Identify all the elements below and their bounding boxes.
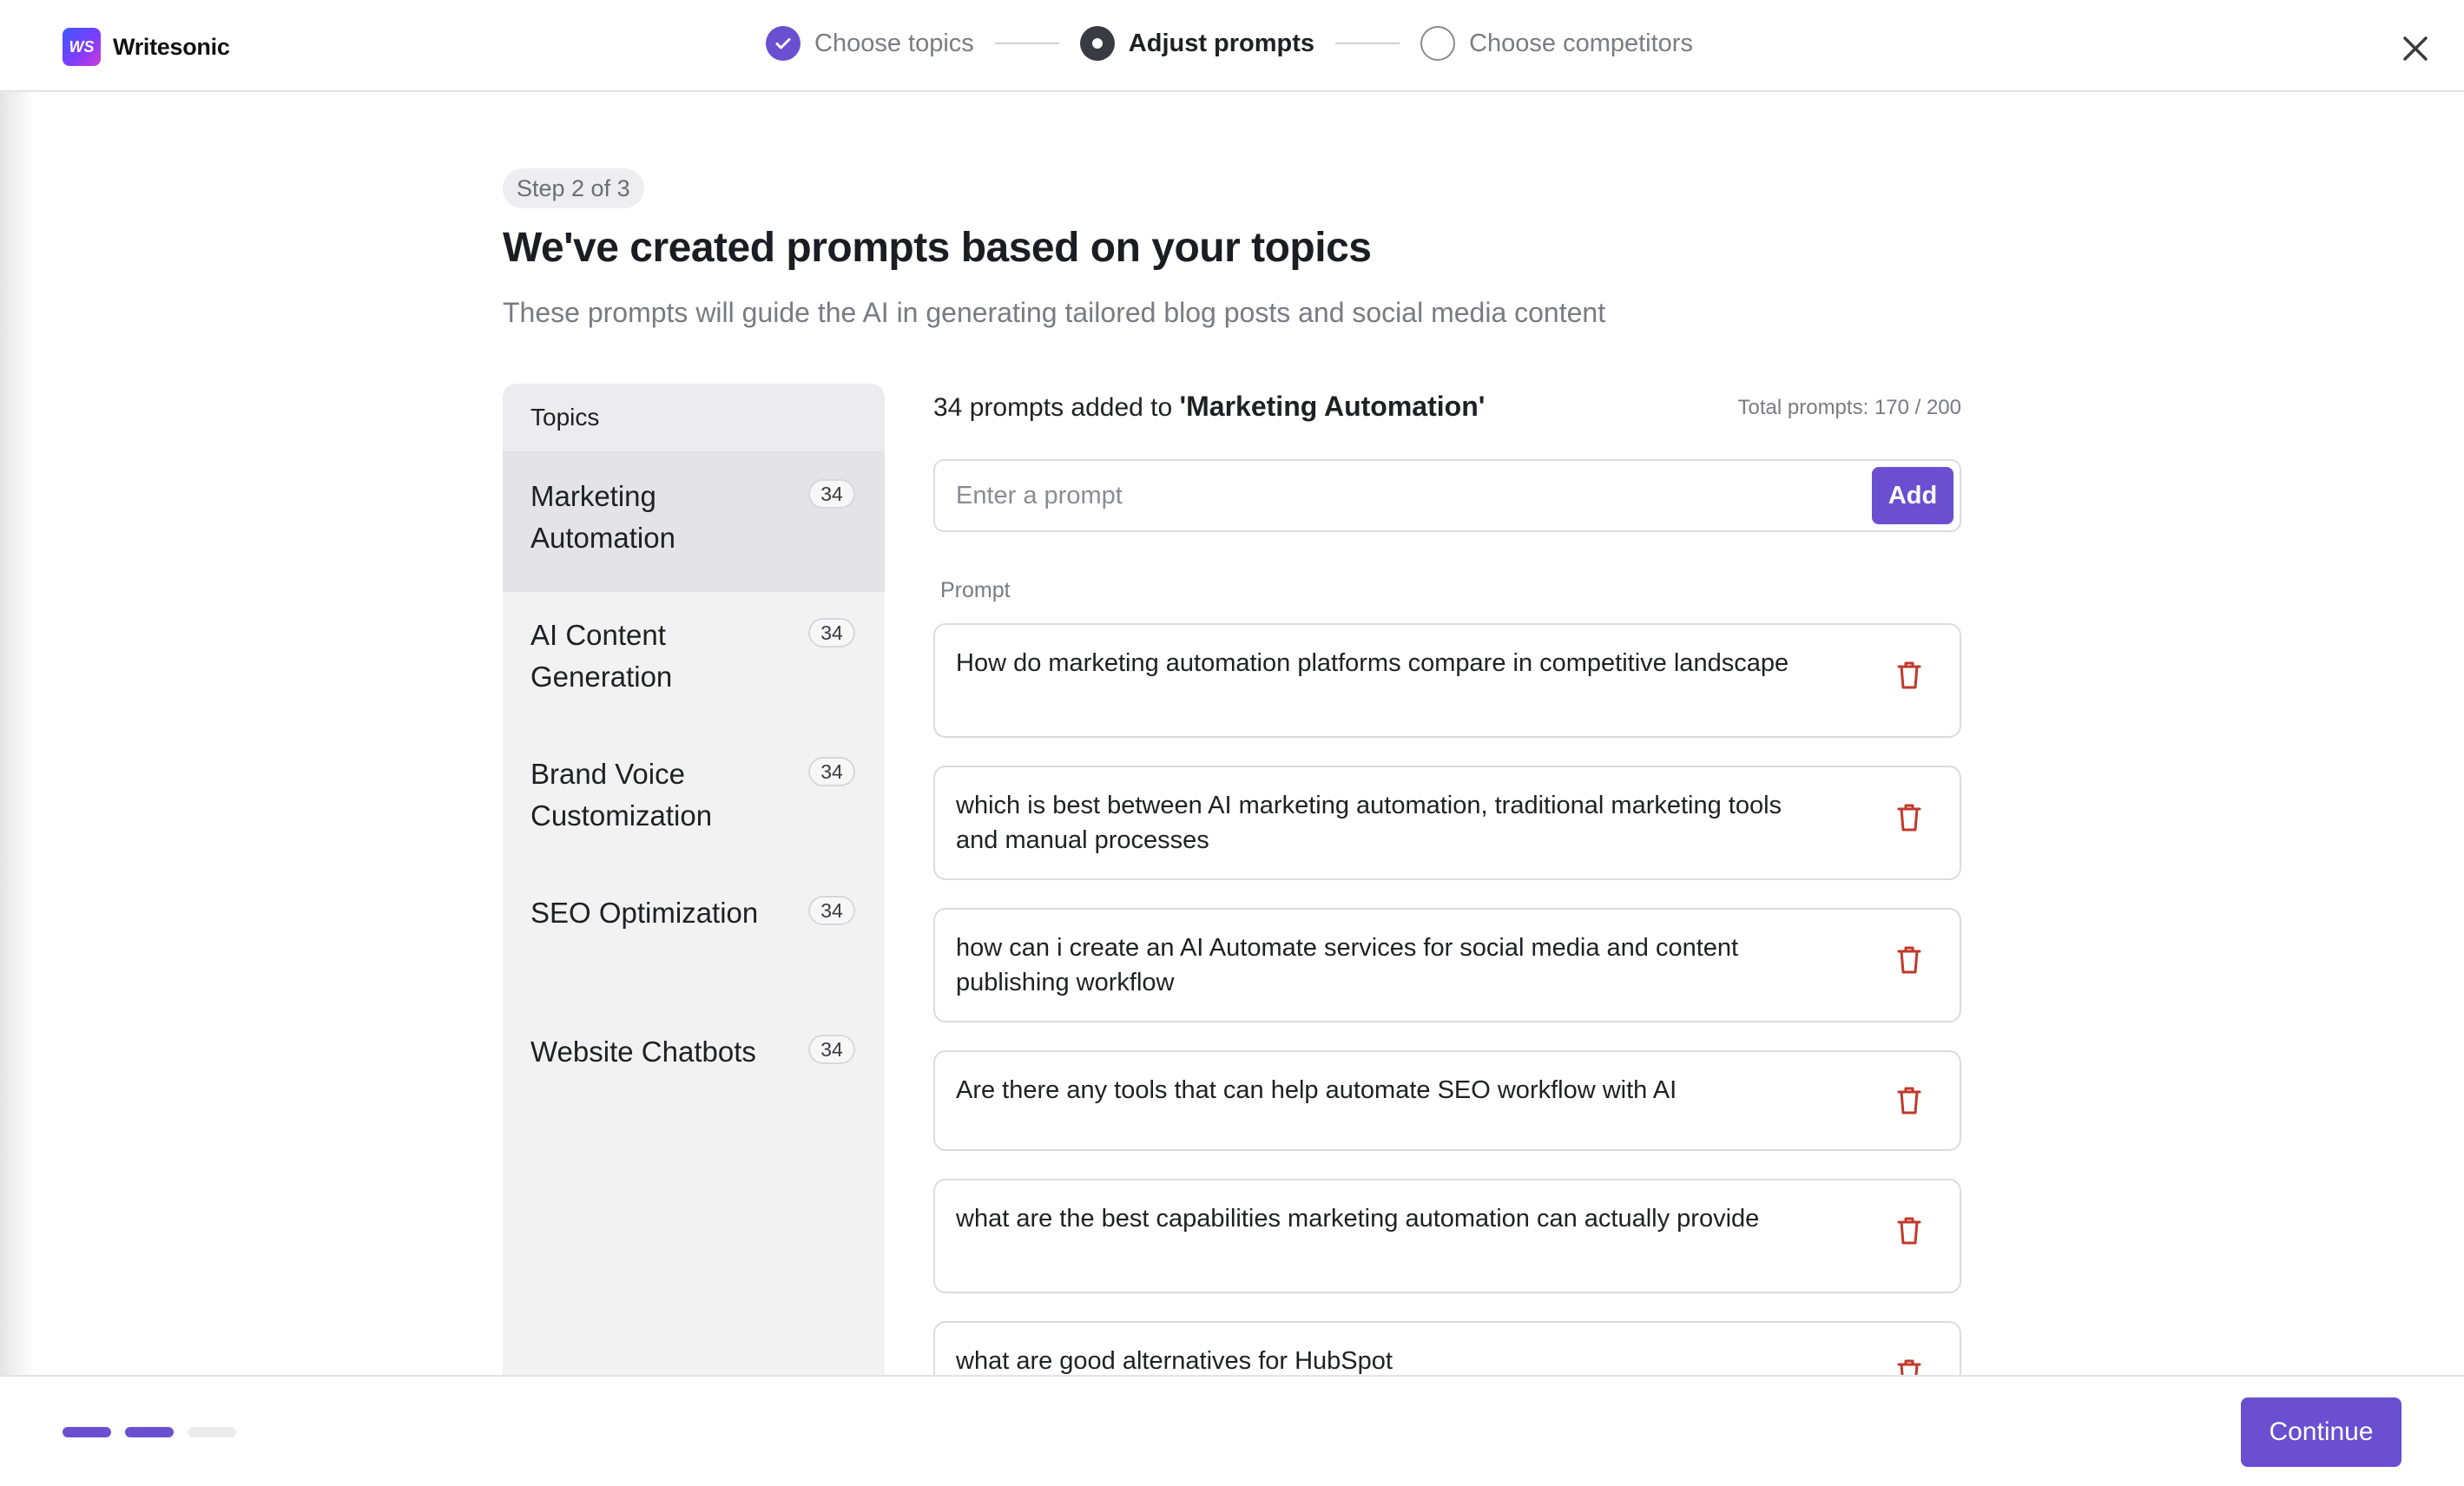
prompt-text: which is best between AI marketing autom… <box>956 792 1782 854</box>
prompt-input-group: Add <box>933 459 1961 532</box>
count-prefix: 34 prompts added to <box>933 393 1180 422</box>
sidebar-item-seo-optimization[interactable]: SEO Optimization 34 <box>503 870 885 1009</box>
step-connector <box>1335 43 1400 44</box>
prompt-text: how can i create an AI Automate services… <box>956 934 1739 996</box>
step-connector <box>994 43 1059 44</box>
topic-label: AI Content Generation <box>530 619 673 693</box>
topic-label: SEO Optimization <box>530 897 759 929</box>
prompt-item[interactable]: what are the best capabilities marketing… <box>933 1179 1961 1293</box>
progress-indicator <box>63 1427 236 1437</box>
trash-icon[interactable] <box>1895 1358 1923 1375</box>
prompt-text: what are the best capabilities marketing… <box>956 1205 1760 1233</box>
progress-segment <box>125 1427 174 1437</box>
trash-icon[interactable] <box>1895 944 1923 976</box>
app-name: Writesonic <box>113 33 230 60</box>
prompt-item[interactable]: Are there any tools that can help automa… <box>933 1050 1961 1151</box>
check-icon <box>766 26 800 61</box>
trash-icon[interactable] <box>1895 1085 1923 1116</box>
topic-count-badge: 34 <box>808 479 855 509</box>
prompt-column-label: Prompt <box>940 578 1011 602</box>
prompts-count-text: 34 prompts added to 'Marketing Automatio… <box>933 391 1485 423</box>
topics-sidebar: Topics Marketing Automation 34 AI Conten… <box>503 384 885 1375</box>
trash-icon[interactable] <box>1895 660 1923 691</box>
footer-bar: Continue <box>0 1375 2464 1486</box>
sidebar-item-brand-voice-customization[interactable]: Brand Voice Customization 34 <box>503 731 885 870</box>
writesonic-logo-icon: WS <box>63 28 101 66</box>
page-subtitle: These prompts will guide the AI in gener… <box>503 297 1606 328</box>
step-adjust-prompts[interactable]: Adjust prompts <box>1079 26 1315 61</box>
topic-label: Marketing Automation <box>530 480 675 554</box>
topic-label: Brand Voice Customization <box>530 758 713 832</box>
topic-count-badge: 34 <box>808 757 855 786</box>
radio-empty-icon <box>1420 26 1456 61</box>
sidebar-header: Topics <box>503 384 885 453</box>
trash-icon[interactable] <box>1895 1215 1923 1246</box>
prompt-item[interactable]: which is best between AI marketing autom… <box>933 766 1961 880</box>
prompt-item[interactable]: how can i create an AI Automate services… <box>933 908 1961 1022</box>
prompt-text: what are good alternatives for HubSpot <box>956 1347 1393 1375</box>
prompt-item[interactable]: How do marketing automation platforms co… <box>933 623 1961 738</box>
sidebar-item-website-chatbots[interactable]: Website Chatbots 34 <box>503 1009 885 1147</box>
page-title: We've created prompts based on your topi… <box>503 225 1372 271</box>
prompt-text: Are there any tools that can help automa… <box>956 1076 1677 1104</box>
trash-icon[interactable] <box>1895 802 1923 833</box>
step-choose-competitors[interactable]: Choose competitors <box>1420 26 1693 61</box>
step-label: Choose competitors <box>1469 29 1693 57</box>
prompts-header: 34 prompts added to 'Marketing Automatio… <box>933 387 1961 431</box>
backdrop-shadow <box>0 92 35 1375</box>
prompt-text: How do marketing automation platforms co… <box>956 649 1789 677</box>
sidebar-item-marketing-automation[interactable]: Marketing Automation 34 <box>503 453 885 592</box>
progress-segment <box>63 1427 111 1437</box>
sidebar-item-ai-content-generation[interactable]: AI Content Generation 34 <box>503 592 885 731</box>
selected-topic-name: 'Marketing Automation' <box>1179 391 1486 422</box>
total-prompts: Total prompts: 170 / 200 <box>1737 396 1961 419</box>
step-label: Adjust prompts <box>1128 29 1315 57</box>
topic-count-badge: 34 <box>808 1035 855 1064</box>
prompt-list: How do marketing automation platforms co… <box>933 623 1961 1375</box>
add-prompt-button[interactable]: Add <box>1872 467 1953 524</box>
logo: WS Writesonic <box>63 28 230 66</box>
prompt-input[interactable] <box>937 463 1857 529</box>
continue-button[interactable]: Continue <box>2241 1397 2401 1467</box>
topic-label: Website Chatbots <box>530 1036 756 1068</box>
step-badge: Step 2 of 3 <box>503 168 644 208</box>
topic-count-badge: 34 <box>808 618 855 648</box>
top-bar: WS Writesonic Choose topics Adjust promp… <box>0 0 2464 92</box>
stepper: Choose topics Adjust prompts Choose comp… <box>766 26 1693 61</box>
step-label: Choose topics <box>814 29 974 57</box>
topic-count-badge: 34 <box>808 896 855 925</box>
prompt-item[interactable]: what are good alternatives for HubSpot <box>933 1321 1961 1375</box>
step-choose-topics[interactable]: Choose topics <box>766 26 974 61</box>
radio-active-icon <box>1079 26 1115 61</box>
progress-segment <box>188 1427 236 1437</box>
close-icon[interactable] <box>2398 31 2433 66</box>
